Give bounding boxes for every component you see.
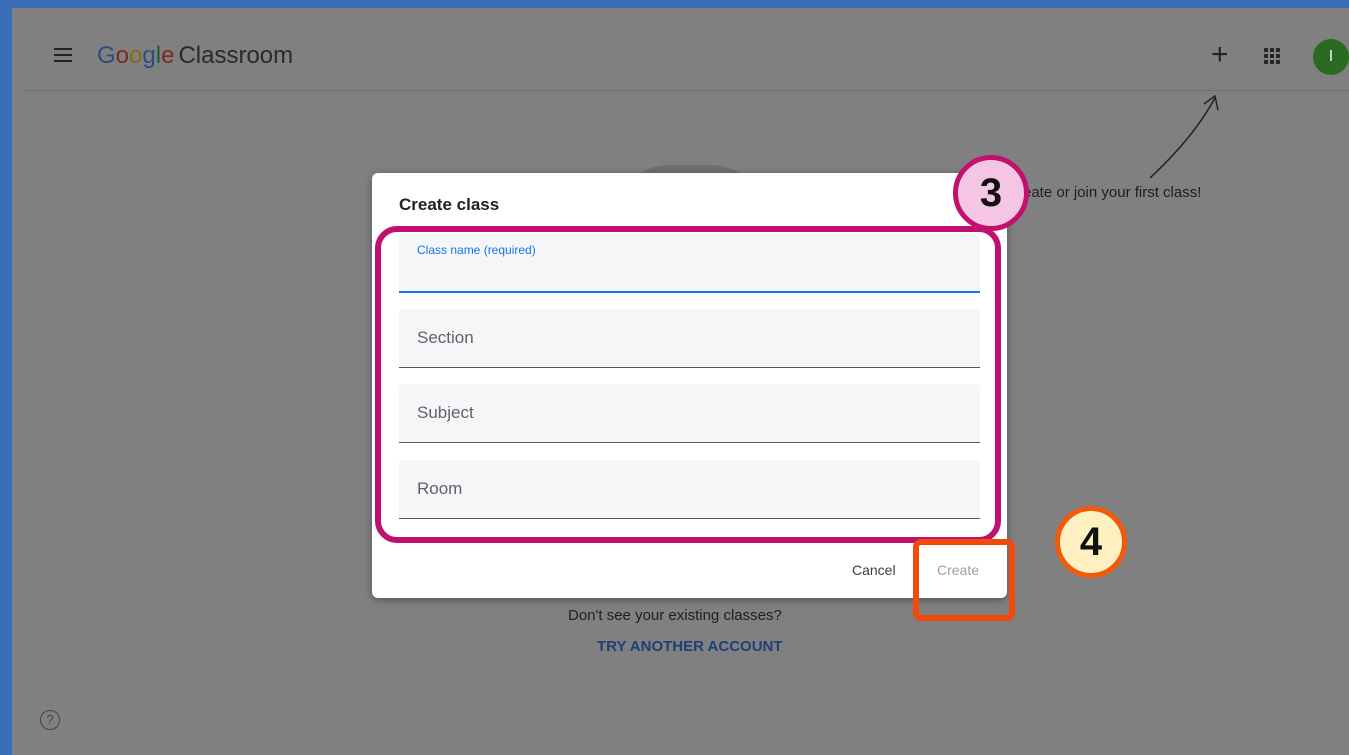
dialog-title: Create class — [399, 195, 500, 214]
step-3-badge: 3 — [953, 155, 1029, 231]
avatar[interactable]: I — [1313, 39, 1349, 75]
logo-letter: e — [161, 42, 175, 69]
try-another-account-link[interactable]: TRY ANOTHER ACCOUNT — [597, 638, 783, 655]
logo-product-name: Classroom — [178, 42, 294, 69]
plus-icon[interactable]: + — [1211, 40, 1229, 70]
step-4-badge: 4 — [1055, 506, 1127, 578]
logo-letter: o — [129, 42, 143, 69]
apps-grid-icon[interactable] — [1264, 48, 1280, 64]
empty-state-hint: eate or join your first class! — [1023, 184, 1202, 201]
logo-letter: g — [142, 42, 156, 69]
logo-letter: o — [115, 42, 130, 69]
fields-highlight — [375, 226, 1001, 543]
existing-classes-text: Don't see your existing classes? — [568, 607, 782, 624]
menu-icon[interactable] — [54, 48, 72, 62]
arrow-icon — [1149, 94, 1219, 179]
top-bar: Google Classroom + I — [24, 16, 1349, 91]
app-logo[interactable]: Google Classroom — [97, 42, 293, 70]
help-icon[interactable]: ? — [40, 710, 60, 730]
cancel-button[interactable]: Cancel — [852, 562, 896, 578]
logo-letter: G — [97, 42, 116, 69]
create-highlight — [913, 539, 1015, 621]
